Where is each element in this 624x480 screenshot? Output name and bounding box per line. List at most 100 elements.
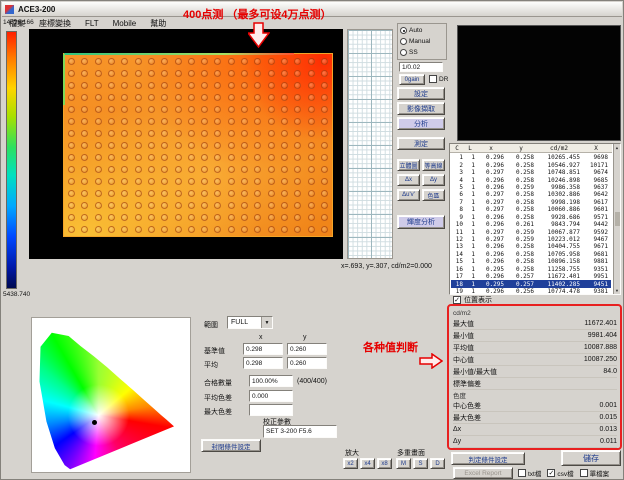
scroll-down-icon[interactable]: ▼ xyxy=(616,288,618,293)
table-cell: 18 xyxy=(451,281,465,288)
analysis-button[interactable]: Δx xyxy=(397,174,420,186)
capture-mode-option[interactable]: Manual xyxy=(400,36,446,47)
table-row[interactable]: 410.2960.25810246.8989685 xyxy=(451,176,611,183)
measurement-point xyxy=(214,106,221,113)
radio-icon[interactable] xyxy=(400,49,407,56)
menu-item[interactable]: 座標變換 xyxy=(32,18,78,29)
excel-report-button[interactable]: Excel Report xyxy=(453,467,513,479)
table-row[interactable]: 210.2960.25810546.92710171 xyxy=(451,161,611,168)
measurement-point xyxy=(121,226,128,233)
multi-screen-button[interactable]: D xyxy=(430,458,445,469)
table-row[interactable]: 1410.2960.25810705.9589681 xyxy=(451,251,611,258)
measurement-point xyxy=(228,70,235,77)
table-row[interactable]: 910.2960.2589928.6869571 xyxy=(451,214,611,221)
table-row[interactable]: 110.2960.25810265.4559698 xyxy=(451,154,611,161)
chevron-down-icon[interactable]: ▼ xyxy=(261,317,272,328)
table-row[interactable]: 1110.2970.25910067.8779592 xyxy=(451,228,611,235)
file-format-option[interactable]: 單檔案 xyxy=(580,468,610,478)
measurement-table[interactable]: CLxycd/m2X 110.2960.25810265.4559698210.… xyxy=(449,143,621,295)
menu-item[interactable]: FLT xyxy=(78,19,106,28)
measurement-point xyxy=(268,94,275,101)
measurement-point xyxy=(188,70,195,77)
judge-condition-button[interactable]: 判定條件設定 xyxy=(451,452,525,465)
range-select[interactable]: FULL ▼ xyxy=(227,316,273,329)
luminance-heatmap xyxy=(63,53,333,237)
save-button[interactable]: 儲存 xyxy=(561,450,621,466)
menu-item[interactable]: Mobile xyxy=(106,19,144,28)
dr-option[interactable]: DR xyxy=(429,75,448,83)
table-row[interactable]: 310.2970.25810748.8519674 xyxy=(451,169,611,176)
reference-x-field[interactable]: 0.298 xyxy=(243,343,283,355)
table-row[interactable]: 1610.2950.25811258.7559351 xyxy=(451,266,611,273)
gain-button[interactable]: 0gain xyxy=(399,74,425,85)
image-capture-button[interactable]: 影像擷取 xyxy=(397,102,445,115)
radio-icon[interactable] xyxy=(400,38,407,45)
radio-icon[interactable] xyxy=(400,27,407,34)
table-row[interactable]: 1810.2950.25711402.2859451 xyxy=(451,280,611,287)
file-format-checkbox[interactable] xyxy=(580,469,588,477)
measurement-point xyxy=(268,214,275,221)
measurement-point xyxy=(308,118,315,125)
shutter-field[interactable]: 1/0.02 xyxy=(399,62,443,72)
measurement-point xyxy=(228,130,235,137)
capture-mode-option[interactable]: SS xyxy=(400,47,446,58)
table-row[interactable]: 510.2960.2599986.3589637 xyxy=(451,184,611,191)
position-display-checkbox[interactable]: ✓ xyxy=(453,296,461,304)
table-cell: 0.295 xyxy=(477,281,507,288)
zoom-button[interactable]: x8 xyxy=(377,458,392,469)
luminance-analysis-button[interactable]: 輝度分析 xyxy=(397,215,445,229)
scroll-up-icon[interactable]: ▲ xyxy=(616,145,618,150)
pass-condition-button[interactable]: 封閉條件設定 xyxy=(201,439,261,452)
zoom-button[interactable]: x4 xyxy=(360,458,375,469)
analysis-button[interactable]: 立體圖 xyxy=(397,159,420,171)
measurement-point xyxy=(214,166,221,173)
table-cell: 1 xyxy=(465,243,477,250)
measurement-point xyxy=(108,214,115,221)
calibration-field[interactable]: SET 3-200 F5.6 xyxy=(263,425,337,438)
table-scrollbar[interactable]: ▲ ▼ xyxy=(613,144,620,294)
table-cell: 0.296 xyxy=(477,258,507,265)
table-row[interactable]: 1910.2960.25610774.4789381 xyxy=(451,288,611,295)
measurement-point xyxy=(95,58,102,65)
analysis-button[interactable]: Δy xyxy=(422,174,445,186)
position-display-toggle[interactable]: ✓ 位置表示 xyxy=(453,295,492,305)
analysis-button[interactable]: Δu'v' xyxy=(397,189,420,201)
table-cell: 1 xyxy=(465,154,477,161)
file-format-option[interactable]: ✓csv檔 xyxy=(547,468,573,478)
measurement-point-grid xyxy=(65,55,331,235)
table-row[interactable]: 1710.2960.25711672.4019951 xyxy=(451,273,611,280)
measurement-point xyxy=(135,154,142,161)
dr-checkbox[interactable] xyxy=(429,75,437,83)
zoom-button[interactable]: x2 xyxy=(343,458,358,469)
settings-button[interactable]: 設定 xyxy=(397,87,445,100)
table-body[interactable]: 110.2960.25810265.4559698210.2960.258105… xyxy=(451,154,619,293)
analyze-button[interactable]: 分析 xyxy=(397,117,445,130)
measurement-display[interactable] xyxy=(29,29,343,259)
measure-button[interactable]: 測定 xyxy=(397,137,445,150)
capture-mode-option[interactable]: Auto xyxy=(400,25,446,36)
file-format-option[interactable]: txt檔 xyxy=(518,468,541,478)
table-row[interactable]: 710.2970.2589998.1989617 xyxy=(451,199,611,206)
table-row[interactable]: 1310.2960.25810404.7559671 xyxy=(451,243,611,250)
measurement-point xyxy=(108,106,115,113)
menu-item[interactable]: 幫助 xyxy=(143,18,173,29)
measurement-point xyxy=(254,226,261,233)
multi-screen-button[interactable]: S xyxy=(413,458,428,469)
measurement-point xyxy=(268,70,275,77)
measurement-point xyxy=(201,226,208,233)
file-format-checkbox[interactable] xyxy=(518,469,526,477)
analysis-button[interactable]: 等高線 xyxy=(422,159,445,171)
table-row[interactable]: 610.2970.25810302.8869642 xyxy=(451,191,611,198)
table-row[interactable]: 1510.2960.25810896.1589881 xyxy=(451,258,611,265)
file-format-checkbox[interactable]: ✓ xyxy=(547,469,555,477)
reference-y-field[interactable]: 0.260 xyxy=(287,343,327,355)
table-cell: 9928.686 xyxy=(537,214,583,221)
multi-screen-button[interactable]: M xyxy=(396,458,411,469)
table-row[interactable]: 810.2970.25810060.8869601 xyxy=(451,206,611,213)
analysis-button[interactable]: 色區 xyxy=(422,189,445,201)
stat-value: 11672.401 xyxy=(584,320,617,327)
table-row[interactable]: 1210.2970.25910223.0129467 xyxy=(451,236,611,243)
avg-colordiff-label: 平均色差 xyxy=(204,393,232,403)
table-row[interactable]: 1010.2960.2619843.7949442 xyxy=(451,221,611,228)
scroll-thumb[interactable] xyxy=(615,212,620,226)
